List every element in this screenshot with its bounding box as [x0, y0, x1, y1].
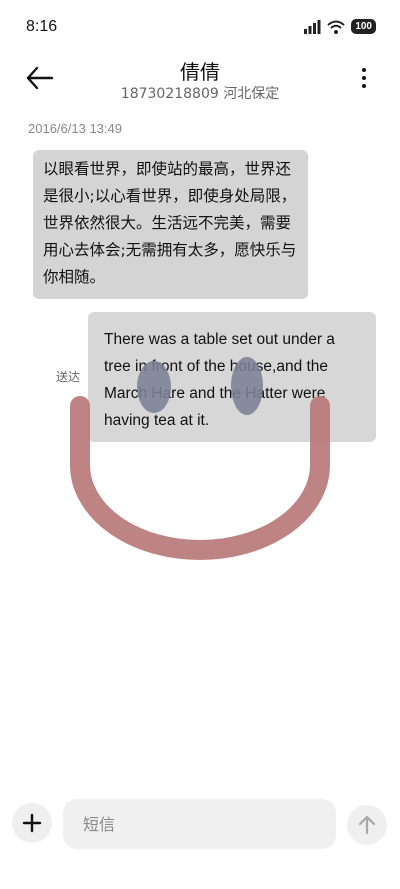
outgoing-message-text: There was a table set out under a tree i… [104, 331, 335, 429]
send-arrow-icon [358, 815, 376, 835]
plus-icon [22, 813, 42, 833]
wifi-icon [327, 20, 345, 34]
contact-name: 倩倩 [180, 60, 220, 84]
status-bar: 8:16 100 [0, 0, 400, 56]
contact-subtitle: 18730218809 河北保定 [120, 86, 280, 102]
status-time: 8:16 [26, 18, 58, 35]
signal-icon [304, 19, 321, 34]
delivery-status: 送达 [56, 370, 81, 384]
add-attachment-button[interactable] [12, 803, 52, 843]
message-input[interactable] [63, 799, 336, 849]
more-vertical-icon [362, 68, 366, 88]
status-icons: 100 [303, 19, 376, 34]
battery-icon: 100 [351, 19, 376, 34]
incoming-message-text: 以眼看世界，即使站的最高，世界还是很小;以心看世界，即使身处局限，世界依然很大。… [43, 160, 297, 286]
send-button[interactable] [347, 805, 387, 845]
outgoing-message-bubble[interactable]: There was a table set out under a tree i… [88, 312, 376, 442]
incoming-message-bubble[interactable]: 以眼看世界，即使站的最高，世界还是很小;以心看世界，即使身处局限，世界依然很大。… [33, 150, 308, 299]
more-options-button[interactable] [358, 66, 370, 92]
message-timestamp: 2016/6/13 13:49 [28, 121, 122, 136]
